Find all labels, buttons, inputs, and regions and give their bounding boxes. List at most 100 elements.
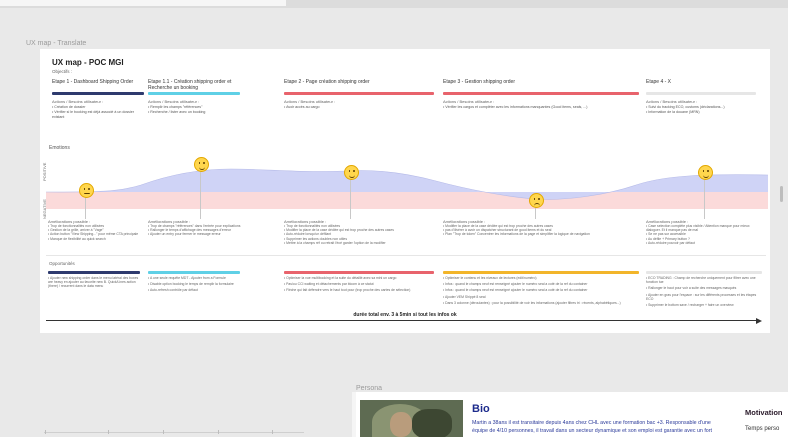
stage-action-item: • Vérifier les cargos et compléter avec …: [443, 105, 588, 109]
scroll-tick: [163, 430, 164, 434]
improvement-item: • Ajouter un entry pour fermer le messag…: [148, 232, 221, 237]
opportunity-color-bar: [284, 271, 434, 274]
motivation-title: Motivation: [745, 408, 783, 417]
improvement-item: • Case selection complète plus visible /…: [646, 224, 750, 233]
stage-1-1[interactable]: Etape 1.1 - Création shipping order et R…: [148, 79, 240, 115]
stage-actions-heading: Actions / Besoins utilisateur :: [52, 99, 104, 104]
stage-action-item: • Suivi du tracking ECO, customs (déclar…: [646, 105, 725, 109]
stage-action-item: • Avoir accès au cargo: [284, 105, 320, 109]
stage-title: Etape 1.1 - Création shipping order et R…: [148, 79, 232, 91]
improvement-item: • Plan "Trop de token" Concentrer les in…: [443, 232, 590, 237]
opportunity-item: • Optimiser la vue multibooking et la su…: [284, 276, 397, 280]
frame-label-ux-map[interactable]: UX map - Translate: [26, 40, 86, 47]
stage-title: Etape 4 - X: [646, 79, 672, 85]
opportunity-color-bar: [148, 271, 240, 274]
smiley-face-icon[interactable]: [698, 165, 713, 180]
opportunity-item: • ECO TRADING : Champ de recherche uniqu…: [646, 276, 756, 285]
opportunity-item: • A une seule requête MDT - Ajouter from…: [148, 276, 226, 280]
improvement-item: • Mettre à la champs réf ou retrait l'éc…: [284, 240, 386, 245]
opportunity-item: • Rallonger le haut pour voir a suite de…: [646, 286, 737, 291]
stage-action-item: • Recherche / lister avec un booking: [148, 110, 206, 115]
bio-line: équipe de 4/10 personnes, il travail dan…: [472, 428, 712, 434]
bio-line: Martin a 38ans il est transitaire depuis…: [472, 420, 711, 426]
stage-action-item: • Information de la douane (MRN): [646, 110, 700, 115]
scroll-tick: [108, 430, 109, 434]
ux-map-board[interactable]: UX map - POC MGI Objectifs : Etape 1 - D…: [40, 49, 770, 333]
vertical-scroll-handle[interactable]: [780, 186, 783, 202]
emotion-stem: [350, 178, 351, 219]
opportunity-color-bar: [646, 271, 762, 274]
improvements-column-1[interactable]: Améliorations possible : • Trop de fonct…: [48, 219, 140, 241]
opportunity-item: • Pas/ou CCI waiting et détachements par…: [284, 282, 374, 287]
opportunities-column-4[interactable]: • Optimiser le contenu et les niveaux de…: [443, 271, 639, 305]
board-objectives-label: Objectifs :: [52, 69, 73, 74]
opportunity-item: • Ajouter VEM Shippé 8 seal: [443, 294, 486, 299]
bio-title: Bio: [472, 403, 490, 415]
canvas-top-strip: [0, 0, 788, 8]
frustrated-face-icon[interactable]: [529, 193, 544, 208]
improvement-item: • Auto-réduire pouvoir par défaut: [646, 240, 695, 245]
stage-actions-heading: Actions / Besoins utilisateur :: [443, 99, 495, 104]
stage-color-bar: [284, 92, 434, 95]
stage-3[interactable]: Etape 3 - Gestion shipping order Actions…: [443, 79, 639, 109]
improvements-column-3[interactable]: Améliorations possible : • Trop de fonct…: [284, 219, 434, 245]
emotion-stem: [85, 197, 86, 219]
improvements-column-2[interactable]: Améliorations possible : • Trop de champ…: [148, 219, 268, 237]
canvas-top-panel: [0, 0, 286, 6]
opportunity-item: • Optimiser le contenu et les niveaux de…: [443, 276, 537, 280]
stage-actions-heading: Actions / Besoins utilisateur :: [148, 99, 200, 104]
timeline-arrow-icon: [756, 317, 762, 324]
stage-action-item: • Vérifier si le booking est déjà associ…: [52, 110, 134, 119]
opportunities-label: Opportunités: [49, 261, 75, 266]
opportunity-item: • Disable option booking le temps de rem…: [148, 282, 234, 287]
improvements-column-5[interactable]: Améliorations possible : • Case selectio…: [646, 219, 762, 245]
timeline-line: [46, 320, 758, 321]
opportunities-column-2[interactable]: • A une seule requête MDT - Ajouter from…: [148, 271, 240, 293]
opportunity-item: • Dans 3 colonne (déroulantes) : pour la…: [443, 300, 621, 305]
scroll-tick: [272, 430, 273, 434]
opportunity-item: • Infos : quand le champs neuf est rense…: [443, 288, 588, 293]
opportunity-item: • Infos : quand le champs neuf est rense…: [443, 282, 588, 287]
opportunity-item: • Supprimer le bottom save / recharger +…: [646, 303, 734, 308]
emotion-stem: [200, 170, 201, 219]
total-duration-label: durée total env. 3 à 5min si tout les in…: [353, 312, 457, 318]
improvement-item: • Manque de flexibilité au quick search: [48, 236, 106, 241]
smiley-face-icon[interactable]: [344, 165, 359, 180]
section-divider: [46, 255, 766, 256]
opportunity-color-bar: [48, 271, 140, 274]
opportunity-color-bar: [443, 271, 639, 274]
bio-text: Martin a 38ans il est transitaire depuis…: [472, 419, 738, 435]
board-title: UX map - POC MGI: [52, 58, 124, 67]
opportunity-item: • Auto-refresh contrôle par défaut: [148, 288, 198, 293]
positive-axis-label: POSITIVE: [42, 162, 47, 181]
opportunities-column-5[interactable]: • ECO TRADING : Champ de recherche uniqu…: [646, 271, 762, 307]
stage-color-bar: [148, 92, 240, 95]
stage-title: Etape 3 - Gestion shipping order: [443, 79, 515, 85]
scroll-tick: [218, 430, 219, 434]
stage-actions-heading: Actions / Besoins utilisateur :: [646, 99, 698, 104]
stage-action-item: • Remplir les champs "références": [148, 105, 203, 109]
scroll-tick: [45, 430, 46, 434]
opportunity-item: • Flèche qui fait défendre vers le haut …: [284, 288, 411, 293]
stage-color-bar: [443, 92, 639, 95]
stage-2[interactable]: Etape 2 - Page création shipping order A…: [284, 79, 434, 109]
frame-label-persona[interactable]: Persona: [356, 385, 382, 392]
stage-color-bar: [52, 92, 144, 95]
smiley-face-icon[interactable]: [194, 157, 209, 172]
improvements-column-4[interactable]: Améliorations possible : • Modifier la p…: [443, 219, 639, 237]
thinking-face-icon[interactable]: [79, 183, 94, 198]
stage-title: Etape 2 - Page création shipping order: [284, 79, 370, 85]
stage-color-bar: [646, 92, 756, 95]
opportunities-column-1[interactable]: • Ajouter new shipping order dans le men…: [48, 271, 140, 289]
horizontal-scrollbar[interactable]: [44, 432, 304, 433]
opportunity-item: • Ajouter new shipping order dans le men…: [48, 276, 139, 289]
emotion-curve: [46, 168, 768, 200]
stage-1[interactable]: Etape 1 - Dashboard Shipping Order Actio…: [52, 79, 144, 119]
stage-title: Etape 1 - Dashboard Shipping Order: [52, 79, 134, 85]
negative-axis-label: NEGATIVE: [42, 199, 47, 219]
opportunity-item: • Ajouter en gras pour l'espace : sur le…: [646, 292, 757, 301]
stage-4[interactable]: Etape 4 - X Actions / Besoins utilisateu…: [646, 79, 756, 115]
opportunities-column-3[interactable]: • Optimiser la vue multibooking et la su…: [284, 271, 434, 293]
emotions-label: Emotions: [49, 145, 70, 151]
stage-actions-heading: Actions / Besoins utilisateur :: [284, 99, 336, 104]
